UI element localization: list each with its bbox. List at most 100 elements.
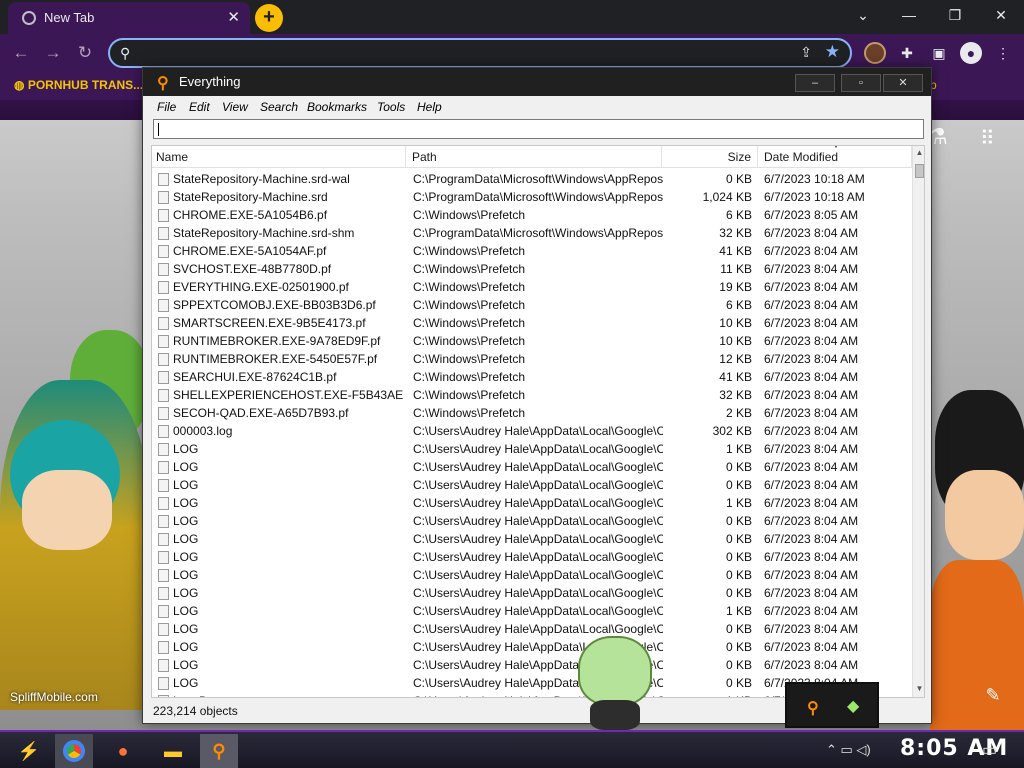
menu-kebab-icon[interactable]: ⋮ [992, 42, 1014, 64]
table-row[interactable]: StateRepository-Machine.srd C:\ProgramDat… [152, 188, 912, 206]
table-row[interactable]: RUNTIMEBROKER.EXE-9A78ED9F.pf C:\Windows\… [152, 332, 912, 350]
vertical-scrollbar[interactable]: ▲ ▼ [912, 146, 924, 697]
forward-arrow-icon[interactable]: → [42, 42, 64, 64]
tab-search-chevron-icon[interactable]: ⌄ [840, 0, 886, 30]
column-header-path[interactable]: Path [406, 146, 662, 168]
column-header-date-label: Date Modified [764, 150, 839, 164]
window-titlebar[interactable]: ⚲ Everything – ▫ ✕ [143, 68, 931, 96]
back-arrow-icon[interactable]: ← [10, 42, 32, 64]
browser-restore-button[interactable]: ❐ [932, 0, 978, 30]
table-row[interactable]: SVCHOST.EXE-48B7780D.pf C:\Windows\Prefet… [152, 260, 912, 278]
cell-path: C:\ProgramData\Microsoft\Windows\AppRepo… [413, 190, 663, 204]
file-icon [158, 335, 169, 348]
search-input[interactable] [153, 119, 924, 139]
table-row[interactable]: LOG C:\Users\Audrey Hale\AppData\Local\Go… [152, 638, 912, 656]
everything-tray-icon[interactable]: ⚲ [807, 698, 819, 718]
share-icon[interactable]: ⇪ [800, 44, 812, 61]
cell-date-modified: 6/7/2023 8:04 AM [764, 442, 859, 456]
system-tray-icons[interactable]: ⌃ ▭ ◁) [826, 742, 871, 758]
menu-tools[interactable]: Tools [377, 100, 405, 114]
cell-date-modified: 6/7/2023 10:18 AM [764, 190, 865, 204]
extension-avatar-icon[interactable] [864, 42, 886, 64]
menu-edit[interactable]: Edit [189, 100, 210, 114]
cell-date-modified: 6/7/2023 8:04 AM [764, 298, 859, 312]
cell-size: 1,024 KB [702, 190, 752, 204]
table-row[interactable]: LOG C:\Users\Audrey Hale\AppData\Local\Go… [152, 602, 912, 620]
file-icon [158, 353, 169, 366]
globe-icon: ◍ [14, 78, 25, 92]
table-row[interactable]: StateRepository-Machine.srd-shm C:\Progra… [152, 224, 912, 242]
table-row[interactable]: 000003.log C:\Users\Audrey Hale\AppData\L… [152, 422, 912, 440]
window-minimize-button[interactable]: – [795, 74, 835, 92]
bookmark-item[interactable]: ◍ PORNHUB TRANS... [14, 78, 143, 92]
table-row[interactable]: LOG C:\Users\Audrey Hale\AppData\Local\Go… [152, 458, 912, 476]
results-list[interactable]: Name Path Size Date Modified ▼ StateRepo… [151, 145, 925, 698]
cell-date-modified: 6/7/2023 8:04 AM [764, 406, 859, 420]
table-row[interactable]: StateRepository-Machine.srd-wal C:\Progra… [152, 170, 912, 188]
table-row[interactable]: SHELLEXPERIENCEHOST.EXE-F5B43AEA.pf C:\Wi… [152, 386, 912, 404]
table-row[interactable]: CHROME.EXE-5A1054B6.pf C:\Windows\Prefetc… [152, 206, 912, 224]
menu-search[interactable]: Search [260, 100, 298, 114]
gem-tray-icon[interactable]: ◆ [847, 696, 859, 716]
cell-date-modified: 6/7/2023 8:04 AM [764, 640, 859, 654]
table-row[interactable]: LOG C:\Users\Audrey Hale\AppData\Local\Go… [152, 512, 912, 530]
chrome-taskbar-icon[interactable] [55, 734, 93, 768]
column-header-name[interactable]: Name [152, 146, 406, 168]
tab-new-tab[interactable]: New Tab ✕ [8, 2, 250, 34]
browser-minimize-button[interactable]: — [886, 0, 932, 30]
table-row[interactable]: LOG C:\Users\Audrey Hale\AppData\Local\Go… [152, 584, 912, 602]
table-row[interactable]: LOG C:\Users\Audrey Hale\AppData\Local\Go… [152, 548, 912, 566]
tab-close-icon[interactable]: ✕ [227, 2, 240, 34]
new-tab-button[interactable]: + [255, 4, 283, 32]
browser-close-button[interactable]: ✕ [978, 0, 1024, 30]
menu-view[interactable]: View [222, 100, 248, 114]
table-row[interactable]: SECOH-QAD.EXE-A65D7B93.pf C:\Windows\Pref… [152, 404, 912, 422]
everything-taskbar-icon[interactable]: ⚲ [200, 734, 238, 768]
menu-bookmarks[interactable]: Bookmarks [307, 100, 367, 114]
menu-help[interactable]: Help [417, 100, 442, 114]
side-panel-icon[interactable]: ▣ [928, 42, 950, 64]
table-row[interactable]: LOG C:\Users\Audrey Hale\AppData\Local\Go… [152, 530, 912, 548]
scroll-up-icon[interactable]: ▲ [913, 148, 924, 160]
notification-center-icon[interactable]: ▭ [982, 740, 997, 760]
table-row[interactable]: LOG C:\Users\Audrey Hale\AppData\Local\Go… [152, 494, 912, 512]
cell-size: 0 KB [725, 676, 752, 690]
edit-pencil-icon[interactable]: ✎ [978, 680, 1008, 710]
star-icon[interactable]: ★ [825, 42, 840, 62]
table-row[interactable]: RUNTIMEBROKER.EXE-5450E57F.pf C:\Windows\… [152, 350, 912, 368]
account-avatar-icon[interactable]: ● [960, 42, 982, 64]
file-explorer-taskbar-icon[interactable]: ▬ [154, 734, 192, 768]
extensions-puzzle-icon[interactable]: ✚ [896, 42, 918, 64]
table-row[interactable]: LOG C:\Users\Audrey Hale\AppData\Local\Go… [152, 656, 912, 674]
scroll-thumb[interactable] [915, 164, 924, 178]
cell-path: C:\Windows\Prefetch [413, 370, 526, 384]
apps-grid-icon[interactable]: ⠿ [980, 126, 995, 151]
file-icon [158, 173, 169, 186]
table-row[interactable]: SEARCHUI.EXE-87624C1B.pf C:\Windows\Prefe… [152, 368, 912, 386]
cell-name: LOG [173, 676, 199, 690]
cell-size: 19 KB [719, 280, 752, 294]
file-icon [158, 317, 169, 330]
reload-icon[interactable]: ↻ [74, 42, 96, 64]
table-row[interactable]: LOG C:\Users\Audrey Hale\AppData\Local\Go… [152, 440, 912, 458]
table-row[interactable]: LOG C:\Users\Audrey Hale\AppData\Local\Go… [152, 476, 912, 494]
cell-path: C:\Windows\Prefetch [413, 334, 526, 348]
window-maximize-button[interactable]: ▫ [841, 74, 881, 92]
cell-name: LOG [173, 514, 199, 528]
firefox-taskbar-icon[interactable]: ● [104, 734, 142, 768]
start-button-icon[interactable]: ⚡ [10, 734, 48, 768]
cell-date-modified: 6/7/2023 8:04 AM [764, 262, 859, 276]
table-row[interactable]: SMARTSCREEN.EXE-9B5E4173.pf C:\Windows\Pr… [152, 314, 912, 332]
column-header-size[interactable]: Size [662, 146, 758, 168]
table-row[interactable]: LOG C:\Users\Audrey Hale\AppData\Local\Go… [152, 566, 912, 584]
table-row[interactable]: SPPEXTCOMOBJ.EXE-BB03B3D6.pf C:\Windows\P… [152, 296, 912, 314]
window-close-button[interactable]: ✕ [883, 74, 923, 92]
menu-file[interactable]: File [157, 100, 176, 114]
scroll-down-icon[interactable]: ▼ [913, 684, 924, 696]
cell-name: LOG [173, 658, 199, 672]
cell-name: SVCHOST.EXE-48B7780D.pf [173, 262, 332, 276]
table-row[interactable]: EVERYTHING.EXE-02501900.pf C:\Windows\Pre… [152, 278, 912, 296]
table-row[interactable]: LOG C:\Users\Audrey Hale\AppData\Local\Go… [152, 620, 912, 638]
table-row[interactable]: CHROME.EXE-5A1054AF.pf C:\Windows\Prefetc… [152, 242, 912, 260]
address-bar[interactable]: ⚲ ⇪ ★ [108, 38, 852, 68]
